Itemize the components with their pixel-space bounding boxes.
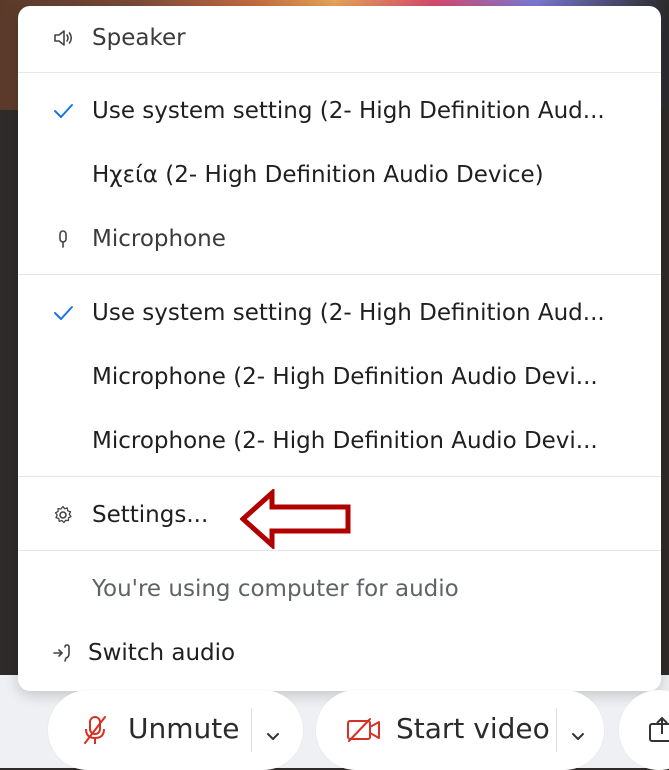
unmute-button[interactable]: Unmute xyxy=(48,690,303,770)
speaker-option-ixeia[interactable]: Ηχεία (2- High Definition Audio Device) xyxy=(18,149,661,201)
divider xyxy=(556,708,557,752)
share-icon xyxy=(647,714,669,751)
chevron-down-icon[interactable] xyxy=(568,720,588,753)
divider xyxy=(251,708,252,752)
checkmark-icon xyxy=(50,98,76,124)
divider xyxy=(18,274,661,275)
audio-status-text: You're using computer for audio xyxy=(18,563,661,615)
microphone-option-device-2[interactable]: Microphone (2- High Definition Audio Dev… xyxy=(18,415,661,467)
microphone-section-label: Microphone xyxy=(92,226,226,252)
audio-status-label: You're using computer for audio xyxy=(92,576,459,602)
video-off-icon xyxy=(346,716,382,751)
switch-audio-menu-item[interactable]: Switch audio xyxy=(18,627,661,679)
speaker-section-label: Speaker xyxy=(92,25,186,51)
microphone-option-device-1[interactable]: Microphone (2- High Definition Audio Dev… xyxy=(18,351,661,403)
divider xyxy=(18,550,661,551)
settings-label: Settings... xyxy=(92,502,209,528)
microphone-icon xyxy=(50,226,76,252)
microphone-option-label: Microphone (2- High Definition Audio Dev… xyxy=(92,364,598,390)
unmute-label: Unmute xyxy=(128,712,240,745)
muted-microphone-icon xyxy=(81,714,109,753)
speaker-icon xyxy=(50,25,76,51)
audio-options-menu: Speaker Use system setting (2- High Defi… xyxy=(18,6,661,691)
start-video-label: Start video xyxy=(396,712,550,745)
speaker-option-label: Use system setting (2- High Definition A… xyxy=(92,98,605,124)
speaker-section-header: Speaker xyxy=(18,12,661,64)
gear-icon xyxy=(50,502,76,528)
annotation-arrow-icon xyxy=(240,489,351,549)
checkmark-icon xyxy=(50,300,76,326)
speaker-option-system-setting[interactable]: Use system setting (2- High Definition A… xyxy=(18,85,661,137)
microphone-section-header: Microphone xyxy=(18,213,661,265)
chevron-down-icon[interactable] xyxy=(263,720,283,753)
switch-audio-icon xyxy=(50,640,76,666)
microphone-option-label: Use system setting (2- High Definition A… xyxy=(92,300,605,326)
microphone-option-label: Microphone (2- High Definition Audio Dev… xyxy=(92,428,598,454)
switch-audio-label: Switch audio xyxy=(88,640,236,666)
microphone-option-system-setting[interactable]: Use system setting (2- High Definition A… xyxy=(18,287,661,339)
divider xyxy=(18,476,661,477)
divider xyxy=(18,72,661,73)
speaker-option-label: Ηχεία (2- High Definition Audio Device) xyxy=(92,162,544,188)
start-video-button[interactable]: Start video xyxy=(316,690,604,770)
